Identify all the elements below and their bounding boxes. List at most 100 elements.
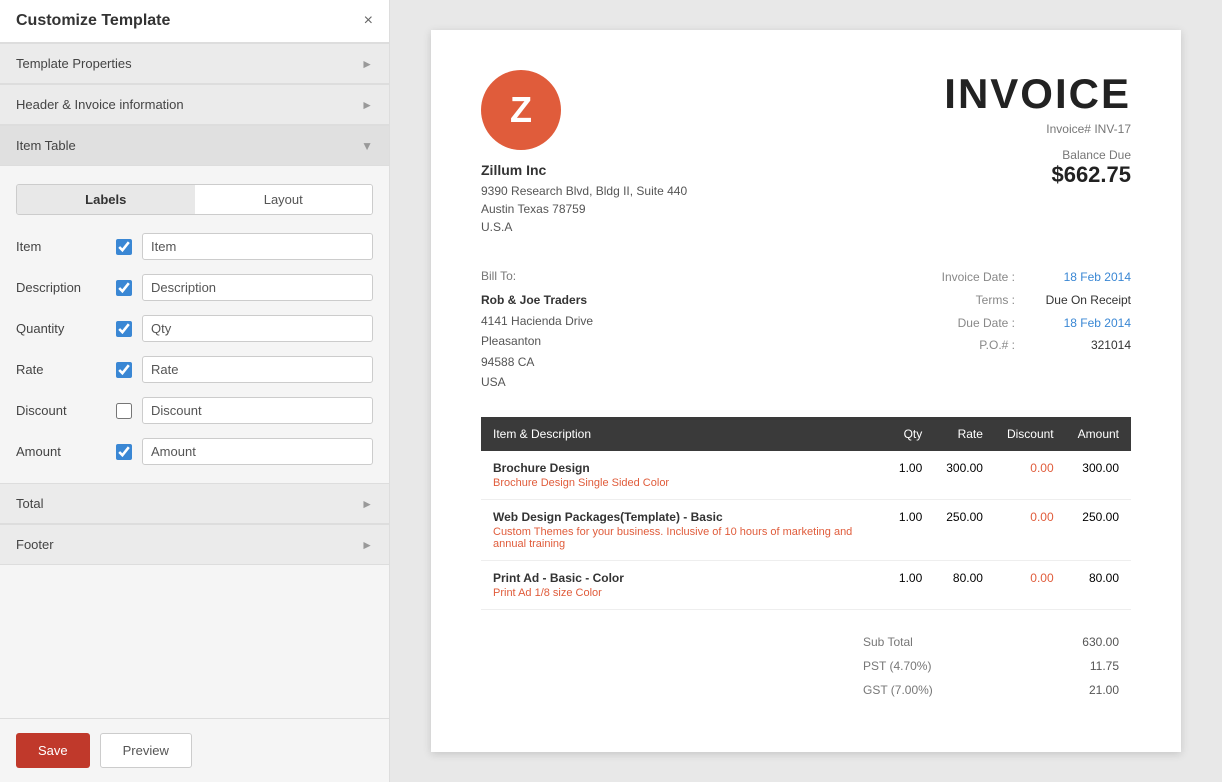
preview-button[interactable]: Preview — [100, 733, 192, 768]
totals-row-subtotal: Sub Total 630.00 — [851, 630, 1131, 654]
table-row: Web Design Packages(Template) - Basic Cu… — [481, 500, 1131, 561]
input-item[interactable] — [142, 233, 373, 260]
gst-label: GST (7.00%) — [863, 683, 933, 697]
tab-labels[interactable]: Labels — [17, 185, 195, 214]
total-section[interactable]: Total ► — [0, 483, 389, 524]
header-invoice-label: Header & Invoice information — [16, 97, 184, 112]
row1-item-desc: Brochure Design Single Sided Color — [493, 477, 875, 489]
footer-label: Footer — [16, 537, 54, 552]
row2-item-desc: Custom Themes for your business. Inclusi… — [493, 526, 875, 550]
panel-title-bar: Customize Template × — [0, 0, 389, 43]
header-invoice-section[interactable]: Header & Invoice information ► — [0, 84, 389, 125]
bill-to-block: Bill To: Rob & Joe Traders 4141 Hacienda… — [481, 266, 593, 392]
subtotal-label: Sub Total — [863, 635, 913, 649]
row1-item: Brochure Design Brochure Design Single S… — [481, 451, 887, 500]
bill-to-label: Bill To: — [481, 266, 593, 286]
item-table-section: Labels Layout Item Description Quantity … — [0, 166, 389, 483]
checkbox-item[interactable] — [116, 239, 132, 255]
row2-qty: 1.00 — [887, 500, 934, 561]
company-address-line1: 9390 Research Blvd, Bldg II, Suite 440 — [481, 182, 687, 200]
input-amount[interactable] — [142, 438, 373, 465]
close-button[interactable]: × — [364, 12, 373, 30]
chevron-right-icon: ► — [361, 538, 373, 552]
detail-row-terms: Terms : Due On Receipt — [942, 289, 1131, 312]
invoice-number-label: Invoice# — [1046, 122, 1091, 136]
checkbox-description[interactable] — [116, 280, 132, 296]
col-header-qty: Qty — [887, 417, 934, 451]
pst-value: 11.75 — [1090, 659, 1119, 673]
row3-item-desc: Print Ad 1/8 size Color — [493, 587, 875, 599]
item-table-header[interactable]: Item Table ▼ — [0, 125, 389, 166]
invoice-preview-panel: Z Zillum Inc 9390 Research Blvd, Bldg II… — [390, 0, 1222, 782]
template-properties-section[interactable]: Template Properties ► — [0, 43, 389, 84]
save-button[interactable]: Save — [16, 733, 90, 768]
detail-value-due-date: 18 Feb 2014 — [1031, 312, 1131, 335]
chevron-right-icon: ► — [361, 497, 373, 511]
detail-value-terms: Due On Receipt — [1031, 289, 1131, 312]
invoice-number-value: INV-17 — [1094, 122, 1131, 136]
bottom-actions: Save Preview — [0, 718, 389, 782]
input-description[interactable] — [142, 274, 373, 301]
gst-value: 21.00 — [1089, 683, 1119, 697]
company-block: Z Zillum Inc 9390 Research Blvd, Bldg II… — [481, 70, 687, 236]
row3-item-name: Print Ad - Basic - Color — [493, 571, 875, 585]
col-header-discount: Discount — [995, 417, 1066, 451]
row1-amount: 300.00 — [1066, 451, 1131, 500]
invoice-paper: Z Zillum Inc 9390 Research Blvd, Bldg II… — [431, 30, 1181, 752]
detail-value-po: 321014 — [1031, 334, 1131, 357]
row1-item-name: Brochure Design — [493, 461, 875, 475]
bill-to-addr1: 4141 Hacienda Drive — [481, 311, 593, 331]
input-discount[interactable] — [142, 397, 373, 424]
balance-due-amount: $662.75 — [944, 162, 1131, 188]
checkbox-quantity[interactable] — [116, 321, 132, 337]
detail-label-due-date: Due Date : — [958, 312, 1015, 335]
detail-label-invoice-date: Invoice Date : — [942, 266, 1015, 289]
tab-layout[interactable]: Layout — [195, 185, 373, 214]
detail-value-invoice-date: 18 Feb 2014 — [1031, 266, 1131, 289]
row3-item: Print Ad - Basic - Color Print Ad 1/8 si… — [481, 561, 887, 610]
totals-row-pst: PST (4.70%) 11.75 — [851, 654, 1131, 678]
subtotal-value: 630.00 — [1082, 635, 1119, 649]
panel-title: Customize Template — [16, 12, 170, 30]
field-label-rate: Rate — [16, 362, 116, 377]
row1-rate: 300.00 — [934, 451, 995, 500]
field-row-amount: Amount — [0, 432, 389, 471]
invoice-number: Invoice# INV-17 — [944, 122, 1131, 136]
template-properties-label: Template Properties — [16, 56, 132, 71]
footer-section[interactable]: Footer ► — [0, 524, 389, 565]
balance-due-label: Balance Due — [944, 148, 1131, 162]
row2-item-name: Web Design Packages(Template) - Basic — [493, 510, 875, 524]
field-row-item: Item — [0, 227, 389, 266]
checkbox-discount[interactable] — [116, 403, 132, 419]
checkbox-rate[interactable] — [116, 362, 132, 378]
row2-rate: 250.00 — [934, 500, 995, 561]
row3-qty: 1.00 — [887, 561, 934, 610]
col-header-item-description: Item & Description — [481, 417, 887, 451]
input-rate[interactable] — [142, 356, 373, 383]
company-address-line3: U.S.A — [481, 218, 687, 236]
row2-amount: 250.00 — [1066, 500, 1131, 561]
row2-item: Web Design Packages(Template) - Basic Cu… — [481, 500, 887, 561]
col-header-amount: Amount — [1066, 417, 1131, 451]
tab-bar: Labels Layout — [16, 184, 373, 215]
totals-table: Sub Total 630.00 PST (4.70%) 11.75 GST (… — [851, 630, 1131, 702]
chevron-right-icon: ► — [361, 98, 373, 112]
field-label-item: Item — [16, 239, 116, 254]
bill-to-addr3: 94588 CA — [481, 352, 593, 372]
chevron-right-icon: ► — [361, 57, 373, 71]
bill-to-name: Rob & Joe Traders — [481, 290, 593, 310]
invoice-details-block: Invoice Date : 18 Feb 2014 Terms : Due O… — [942, 266, 1131, 392]
field-row-description: Description — [0, 268, 389, 307]
bill-to-addr2: Pleasanton — [481, 331, 593, 351]
input-quantity[interactable] — [142, 315, 373, 342]
field-label-amount: Amount — [16, 444, 116, 459]
row1-discount: 0.00 — [995, 451, 1066, 500]
company-logo: Z — [481, 70, 561, 150]
field-label-description: Description — [16, 280, 116, 295]
logo-letter: Z — [510, 89, 532, 131]
company-name: Zillum Inc — [481, 162, 687, 178]
chevron-up-icon: ▼ — [361, 139, 373, 153]
checkbox-amount[interactable] — [116, 444, 132, 460]
company-address-line2: Austin Texas 78759 — [481, 200, 687, 218]
field-row-discount: Discount — [0, 391, 389, 430]
